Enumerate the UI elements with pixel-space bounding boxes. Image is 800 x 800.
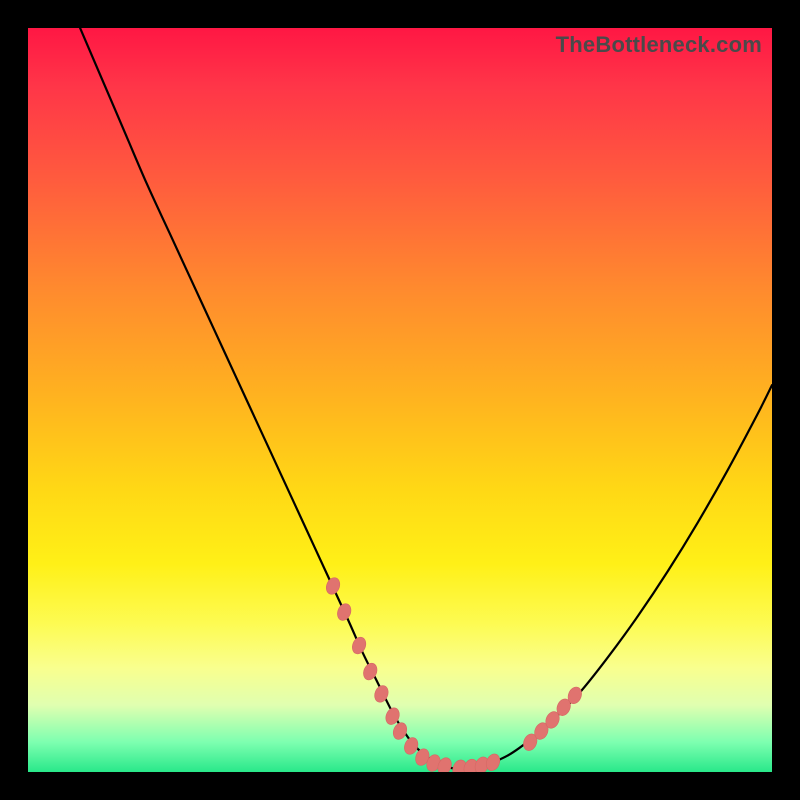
watermark-text: TheBottleneck.com: [556, 32, 762, 58]
chart-frame: TheBottleneck.com: [0, 0, 800, 800]
marker-layer: [28, 28, 772, 772]
curve-marker: [324, 576, 342, 597]
curve-marker: [361, 661, 379, 682]
plot-area: TheBottleneck.com: [28, 28, 772, 772]
curve-marker: [372, 683, 390, 704]
curve-marker: [335, 602, 353, 623]
curve-marker: [350, 635, 368, 656]
